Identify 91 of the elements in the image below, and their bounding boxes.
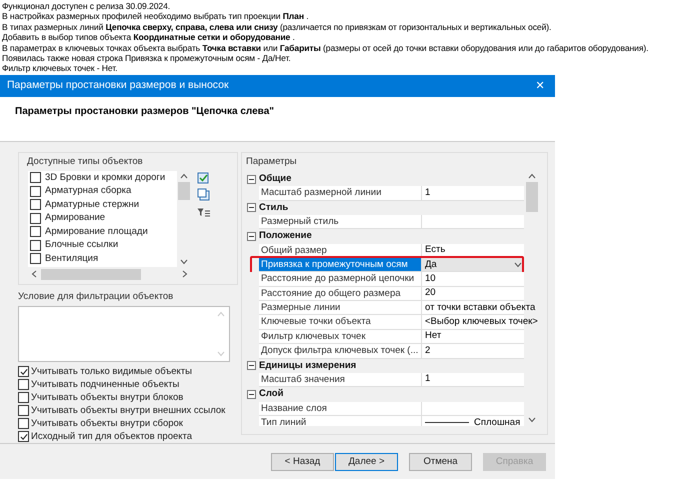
checkbox[interactable] [18, 366, 29, 378]
intro-text: Появилась также новая строка Привязка к промежуточным осям - Да/Нет. [2, 53, 292, 64]
property-name[interactable]: Тип линий [259, 416, 422, 426]
object-type-label[interactable]: Арматурные стержни [45, 198, 140, 211]
category-label: Единицы измерения [259, 358, 356, 373]
line-sample-icon [425, 421, 469, 424]
scrollbar-thumb[interactable] [526, 182, 538, 212]
scroll-up-icon[interactable] [528, 173, 536, 179]
option-label[interactable]: Учитывать объекты внутри внешних ссылок [31, 404, 226, 417]
scrollbar-thumb[interactable] [41, 268, 141, 280]
property-name[interactable]: Фильтр ключевых точек [259, 330, 422, 344]
checkbox[interactable] [18, 418, 29, 430]
scroll-right-icon[interactable] [182, 270, 188, 278]
checkbox[interactable] [30, 212, 41, 224]
scroll-up-icon[interactable] [180, 173, 188, 179]
object-type-label[interactable]: Армирование площади [45, 226, 148, 238]
group-label: Параметры [245, 156, 297, 167]
checkbox[interactable] [18, 405, 29, 416]
property-name[interactable]: Масштаб размерной линии [259, 186, 422, 201]
object-type-list[interactable]: 3D Бровки и кромки дороги Арматурная сборка Арматурные стержни Армирование Армирование площади Блочные ссылки Вентиляция [28, 171, 191, 281]
intro-text: Функционал доступен с релиза 30.09.2024. [2, 1, 172, 12]
object-type-label[interactable]: Арматурная сборка [45, 185, 132, 198]
option-label[interactable]: Учитывать объекты внутри сборок [31, 418, 183, 430]
property-value: 1 [425, 186, 430, 200]
object-type-label[interactable]: 3D Бровки и кромки дороги [45, 172, 166, 184]
filter-label: Условие для фильтрации объектов [18, 290, 174, 304]
property-name[interactable]: Размерные линии [259, 301, 422, 316]
group-label: Доступные типы объектов [26, 156, 143, 167]
dialog-button[interactable]: Отмена [409, 452, 472, 471]
check-all-icon[interactable] [197, 172, 210, 185]
checkbox[interactable] [30, 199, 41, 210]
intro-text: В типах размерных линий Цепочка сверху, справа, слева или снизу (различается по привязкам от горизонтальных и вертикальных осей). [2, 22, 552, 32]
object-type-label[interactable]: Вентиляция [45, 252, 98, 265]
property-name[interactable]: Расстояние до общего размера [259, 286, 422, 302]
property-name[interactable]: Расстояние до размерной цепочки [259, 272, 422, 287]
property-value: 20 [425, 286, 436, 300]
property-name[interactable]: Масштаб значения [259, 372, 422, 388]
property-name[interactable]: Размерный стиль [259, 214, 422, 230]
collapse-icon[interactable] [247, 203, 256, 212]
chevron-down-icon[interactable] [514, 262, 522, 268]
checkbox[interactable] [30, 186, 41, 197]
option-label[interactable]: Учитывать только видимые объекты [31, 366, 192, 378]
intro-text: В параметрах в ключевых точках объекта выбрать Точка вставки или Габариты (размеры от осей до точки вставки оборудования или до габаритов оборудования). [2, 42, 650, 54]
property-name[interactable]: Привязка к промежуточным осям [259, 258, 422, 272]
category-label: Общие [259, 172, 292, 186]
intro-text: Фильтр ключевых точек - Нет. [2, 63, 118, 74]
window-title: Параметры простановки размеров и выносок [7, 78, 229, 94]
scroll-down-icon[interactable] [180, 259, 188, 265]
property-value: 10 [425, 272, 436, 286]
collapse-icon[interactable] [247, 361, 256, 370]
object-type-label[interactable]: Блочные ссылки [45, 239, 118, 252]
intro-text: В настройках размерных профилей необходимо выбрать тип проекции План . [2, 11, 310, 22]
dialog-button[interactable]: Далее > [335, 452, 398, 471]
collapse-icon[interactable] [247, 232, 256, 241]
dialog-heading: Параметры простановки размеров "Цепочка слева" [15, 106, 274, 117]
checkbox[interactable] [18, 392, 29, 404]
property-name[interactable]: Ключевые точки объекта [259, 315, 422, 330]
property-value: <Выбор ключевых точек> [425, 315, 538, 330]
category-label: Стиль [259, 200, 288, 215]
category-label: Слой [259, 387, 284, 402]
option-label[interactable]: Исходный тип для объектов проекта [31, 430, 192, 443]
dialog-button[interactable]: < Назад [271, 452, 334, 471]
close-button[interactable]: ✕ [525, 75, 555, 97]
property-value: Есть [425, 243, 446, 258]
property-name[interactable]: Название слоя [259, 402, 422, 416]
checkbox[interactable] [30, 172, 41, 184]
checkbox[interactable] [30, 253, 41, 264]
checkbox[interactable] [30, 240, 41, 251]
category-label: Положение [259, 229, 312, 244]
checkbox[interactable] [30, 226, 41, 238]
collapse-icon[interactable] [247, 390, 256, 399]
uncheck-all-icon[interactable] [197, 188, 210, 201]
property-value: 1 [425, 372, 430, 386]
scroll-down-icon[interactable] [528, 417, 536, 423]
checkbox[interactable] [18, 431, 29, 442]
property-name[interactable]: Допуск фильтра ключевых точек (... [259, 344, 422, 359]
property-value: Сплошная [474, 416, 520, 426]
filter-icon[interactable] [197, 208, 210, 217]
option-label[interactable]: Учитывать объекты внутри блоков [31, 392, 184, 404]
property-value: 2 [425, 344, 430, 358]
property-value: Да [425, 258, 437, 272]
scrollbar-thumb[interactable] [178, 182, 190, 200]
checkbox[interactable] [18, 379, 29, 390]
property-value: Нет [425, 329, 442, 344]
collapse-icon[interactable] [247, 174, 256, 184]
object-type-label[interactable]: Армирование [45, 212, 106, 224]
property-value: от точки вставки объекта [425, 300, 536, 315]
option-label[interactable]: Учитывать подчиненные объекты [31, 378, 180, 391]
scroll-left-icon[interactable] [31, 270, 37, 278]
value-cell[interactable]: Да [422, 258, 524, 272]
intro-text: Добавить в выбор типов объекта Координатные сетки и оборудование . [2, 32, 296, 43]
